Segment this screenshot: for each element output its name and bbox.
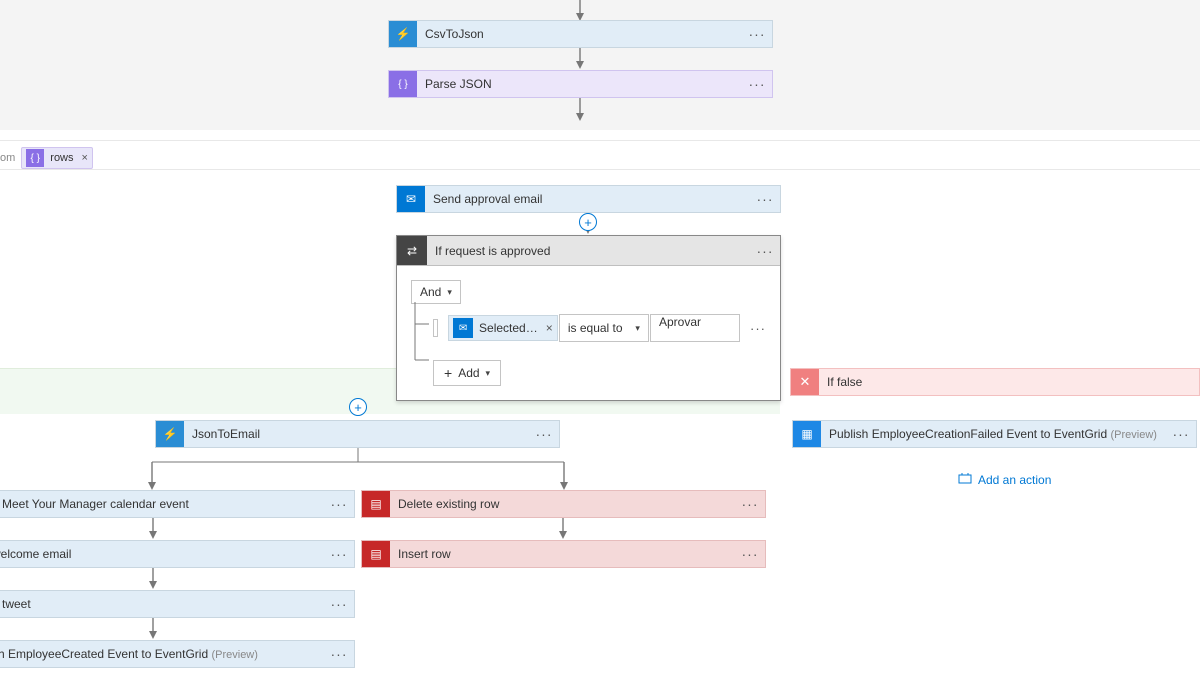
action-post-tweet[interactable]: a tweet ··· bbox=[0, 590, 355, 618]
if-false-label: If false bbox=[819, 375, 870, 389]
param-abbrev: om bbox=[0, 152, 15, 164]
value-text: Aprovar bbox=[659, 315, 701, 329]
sql-icon: ▤ bbox=[362, 491, 390, 517]
action-label: e Meet Your Manager calendar event bbox=[0, 497, 324, 511]
condition-title: If request is approved bbox=[427, 244, 750, 258]
operator-dropdown[interactable]: is equal to ▾ bbox=[559, 314, 649, 342]
and-label: And bbox=[420, 285, 441, 299]
action-publish-employee-created[interactable]: sh EmployeeCreated Event to EventGrid (P… bbox=[0, 640, 355, 668]
more-icon[interactable]: ··· bbox=[324, 600, 354, 608]
braces-icon: { } bbox=[389, 71, 417, 97]
more-icon[interactable]: ··· bbox=[1166, 430, 1196, 438]
action-label: a tweet bbox=[0, 597, 324, 611]
action-label: Publish EmployeeCreationFailed Event to … bbox=[821, 427, 1166, 441]
action-csv-to-json[interactable]: ⚡ CsvToJson ··· bbox=[388, 20, 773, 48]
action-send-approval-email[interactable]: ✉ Send approval email ··· bbox=[396, 185, 781, 213]
action-delete-existing-row[interactable]: ▤ Delete existing row ··· bbox=[361, 490, 766, 518]
token-label: rows bbox=[50, 152, 73, 164]
foreach-input-row bbox=[0, 140, 1200, 170]
insert-step-button[interactable]: + bbox=[579, 213, 597, 231]
action-insert-row[interactable]: ▤ Insert row ··· bbox=[361, 540, 766, 568]
add-action-button[interactable]: Add an action bbox=[958, 472, 1051, 487]
close-icon: ✕ bbox=[791, 369, 819, 395]
action-label: Send approval email bbox=[425, 192, 750, 206]
action-json-to-email[interactable]: ⚡ JsonToEmail ··· bbox=[155, 420, 560, 448]
value-input[interactable]: Aprovar bbox=[650, 314, 740, 342]
action-label: CsvToJson bbox=[417, 27, 742, 41]
group-operator-dropdown[interactable]: And ▾ bbox=[411, 280, 461, 304]
function-icon: ⚡ bbox=[389, 21, 417, 47]
chevron-down-icon: ▾ bbox=[486, 368, 491, 379]
function-icon: ⚡ bbox=[156, 421, 184, 447]
outlook-icon: ✉ bbox=[397, 186, 425, 212]
action-label: Insert row bbox=[390, 547, 735, 561]
insert-step-button[interactable]: + bbox=[349, 398, 367, 416]
add-condition-button[interactable]: + Add ▾ bbox=[433, 360, 501, 386]
remove-token-icon[interactable]: × bbox=[82, 152, 88, 164]
eventgrid-icon: ▦ bbox=[793, 421, 821, 447]
condition-body: And ▾ ✉ Selected… × is equal to ▾ Aprova… bbox=[397, 266, 780, 400]
braces-icon: { } bbox=[26, 149, 44, 167]
condition-left-token[interactable]: ✉ Selected… × bbox=[448, 315, 558, 341]
more-icon[interactable]: ··· bbox=[750, 195, 780, 203]
action-publish-employee-creation-failed[interactable]: ▦ Publish EmployeeCreationFailed Event t… bbox=[792, 420, 1197, 448]
more-icon[interactable]: ··· bbox=[750, 243, 780, 259]
operator-label: is equal to bbox=[568, 321, 623, 335]
more-icon[interactable]: ··· bbox=[735, 550, 765, 558]
action-icon bbox=[958, 472, 972, 487]
more-icon[interactable]: ··· bbox=[735, 500, 765, 508]
action-meet-your-manager[interactable]: e Meet Your Manager calendar event ··· bbox=[0, 490, 355, 518]
action-parse-json[interactable]: { } Parse JSON ··· bbox=[388, 70, 773, 98]
condition-panel: ⇄ If request is approved ··· And ▾ ✉ Sel… bbox=[396, 235, 781, 401]
chevron-down-icon: ▾ bbox=[447, 287, 452, 298]
plus-icon: + bbox=[444, 367, 452, 379]
more-icon[interactable]: ··· bbox=[742, 80, 772, 88]
add-action-label: Add an action bbox=[978, 473, 1051, 487]
row-more-icon[interactable]: ··· bbox=[750, 321, 766, 336]
action-label: sh EmployeeCreated Event to EventGrid (P… bbox=[0, 647, 324, 661]
more-icon[interactable]: ··· bbox=[324, 500, 354, 508]
condition-header[interactable]: ⇄ If request is approved ··· bbox=[397, 236, 780, 266]
chevron-down-icon: ▾ bbox=[635, 323, 640, 334]
more-icon[interactable]: ··· bbox=[324, 650, 354, 658]
foreach-input: om { } rows × bbox=[0, 143, 93, 173]
action-label: JsonToEmail bbox=[184, 427, 529, 441]
sql-icon: ▤ bbox=[362, 541, 390, 567]
if-false-header[interactable]: ✕ If false bbox=[790, 368, 1200, 396]
condition-row: ✉ Selected… × is equal to ▾ Aprovar ··· bbox=[433, 314, 766, 342]
action-label: Delete existing row bbox=[390, 497, 735, 511]
action-label: welcome email bbox=[0, 547, 324, 561]
more-icon[interactable]: ··· bbox=[529, 430, 559, 438]
more-icon[interactable]: ··· bbox=[324, 550, 354, 558]
token-rows[interactable]: { } rows × bbox=[21, 147, 93, 169]
add-label: Add bbox=[458, 366, 479, 380]
action-label: Parse JSON bbox=[417, 77, 742, 91]
condition-icon: ⇄ bbox=[397, 236, 427, 265]
more-icon[interactable]: ··· bbox=[742, 30, 772, 38]
condition-tree-lines bbox=[411, 302, 431, 362]
token-label: Selected… bbox=[479, 321, 538, 335]
action-welcome-email[interactable]: welcome email ··· bbox=[0, 540, 355, 568]
outlook-icon: ✉ bbox=[453, 318, 473, 338]
remove-token-icon[interactable]: × bbox=[546, 321, 553, 335]
row-checkbox[interactable] bbox=[433, 319, 438, 337]
